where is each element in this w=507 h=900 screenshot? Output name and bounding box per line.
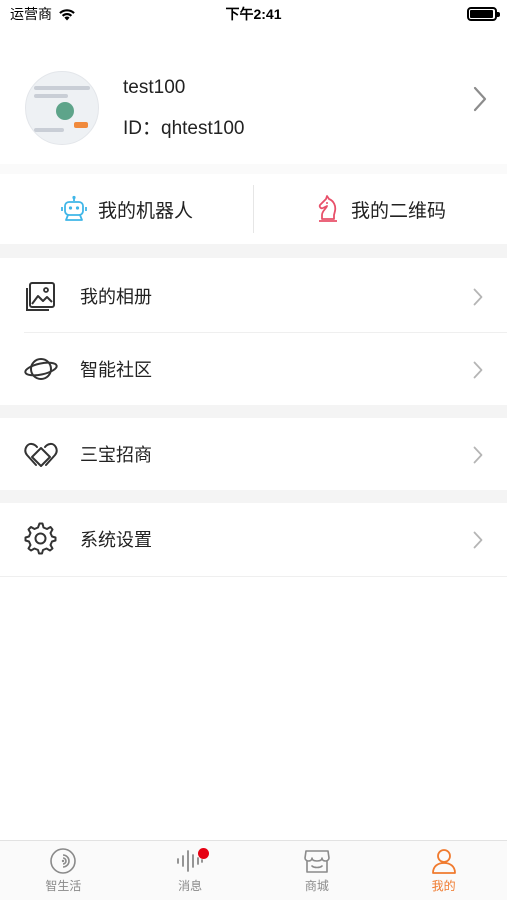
chevron-right-icon [473,446,483,464]
avatar-graphic-button [74,122,88,128]
section-gap [0,164,507,174]
planet-icon [24,352,58,386]
my-qrcode-label: 我的二维码 [350,200,446,222]
my-robot-label: 我的机器人 [97,200,193,222]
tab-label: 智生活 [45,879,82,893]
profile-header[interactable]: test100 ID：qhtest100 [0,52,507,164]
avatar[interactable] [25,71,99,145]
menu-label-settings: 系统设置 [80,530,152,550]
shop-icon [304,850,330,873]
status-time: 下午2:41 [225,6,282,22]
user-id: ID：qhtest100 [123,117,245,139]
username: test100 [123,76,186,98]
battery-level [470,10,493,18]
quick-actions: 我的机器人 我的二维码 [0,174,507,244]
chevron-right-icon[interactable] [473,86,487,112]
menu-item-settings[interactable]: 系统设置 [0,503,507,575]
status-bar: 运营商 下午2:41 [0,0,507,28]
tab-messages[interactable]: 消息 [127,841,254,900]
robot-icon [61,195,87,221]
person-icon [431,849,456,874]
chevron-right-icon [473,288,483,306]
avatar-graphic-bar [34,128,64,132]
row-separator [0,576,507,577]
chess-knight-icon [318,195,337,222]
notification-badge [197,848,209,859]
profile-text: test100 ID：qhtest100 [123,77,244,140]
my-robot-button[interactable]: 我的机器人 [0,174,253,244]
menu-label-community: 智能社区 [80,360,152,380]
menu-label-investment: 三宝招商 [80,445,152,465]
section-gap [0,244,507,258]
avatar-graphic-figure [56,102,74,120]
chevron-right-icon [473,361,483,379]
menu-item-investment[interactable]: 三宝招商 [0,418,507,490]
tab-smart-life[interactable]: 智生活 [0,841,127,900]
tab-label: 商城 [304,879,329,893]
gear-icon [24,522,58,556]
wifi-icon [59,8,75,20]
my-qrcode-button[interactable]: 我的二维码 [254,174,507,244]
status-left: 运营商 [10,4,76,24]
avatar-graphic-bar [34,94,68,98]
menu-item-community[interactable]: 智能社区 [0,333,507,405]
battery-icon [467,7,500,21]
menu-label-album: 我的相册 [80,287,152,307]
chevron-right-icon [473,531,483,549]
section-gap [0,405,507,418]
avatar-graphic-bar [34,86,90,90]
album-icon [24,279,58,313]
tab-bar: 智生活 消息 商城 我的 [0,840,507,900]
menu-item-album[interactable]: 我的相册 [0,260,507,332]
tab-label: 我的 [431,879,456,893]
tab-mine[interactable]: 我的 [380,841,507,900]
tab-label: 消息 [178,879,203,893]
linked-hearts-icon [24,437,58,471]
tab-shop[interactable]: 商城 [254,841,381,900]
section-gap [0,490,507,503]
carrier-label: 运营商 [10,6,52,22]
smart-life-icon [50,848,77,874]
